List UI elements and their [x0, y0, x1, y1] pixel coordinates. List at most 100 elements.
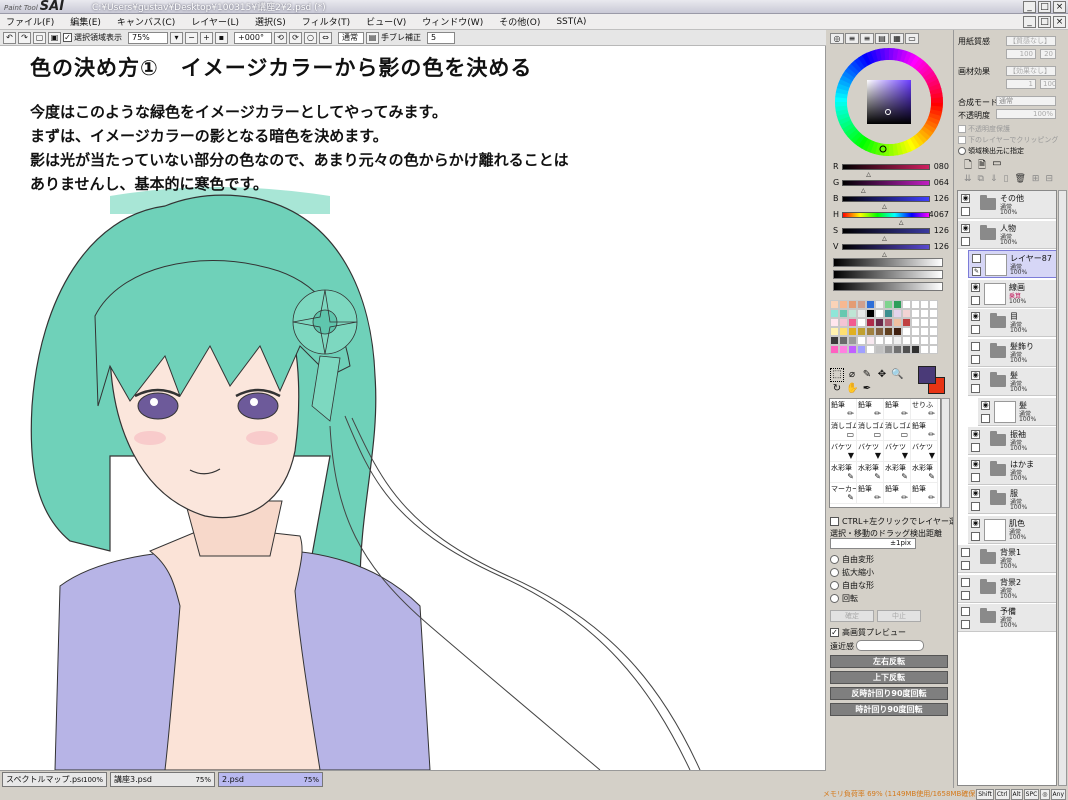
visibility-eye-icon[interactable]	[972, 254, 981, 263]
visibility-eye-icon[interactable]: ◉	[961, 194, 970, 203]
brush-slot[interactable]: 鉛筆 ✏	[857, 399, 884, 420]
swatch[interactable]	[866, 318, 875, 327]
swatch-tab-icon[interactable]: ▦	[890, 33, 904, 44]
rotate-cw-button[interactable]: 時計回り90度回転	[830, 703, 948, 716]
swatch[interactable]	[920, 345, 929, 354]
region-source-option[interactable]: 領域検出元に指定	[958, 146, 1024, 156]
swatch[interactable]	[911, 309, 920, 318]
swatch[interactable]	[911, 345, 920, 354]
flip-horizontal-button[interactable]: 左右反転	[830, 655, 948, 668]
hq-preview-checkbox[interactable]: ✓	[830, 628, 839, 637]
mode-field[interactable]: 通常	[338, 31, 364, 44]
foreground-color[interactable]	[918, 366, 936, 384]
visibility-eye-icon[interactable]: ◉	[971, 312, 980, 321]
perspective-slider[interactable]	[856, 640, 924, 651]
rgb-slider-tab-icon[interactable]: ≡	[845, 33, 859, 44]
layer-scrollbar[interactable]	[1058, 190, 1067, 786]
swatch[interactable]	[893, 336, 902, 345]
visibility-eye-icon[interactable]: ◉	[971, 518, 980, 528]
new-layer-icon[interactable]: 🗋	[964, 158, 972, 175]
slider-r[interactable]: R △ 080	[831, 162, 949, 178]
swatch[interactable]	[839, 345, 848, 354]
visibility-eye-icon[interactable]	[961, 548, 970, 557]
doc-close-button[interactable]: ×	[1053, 16, 1066, 28]
slider-bar[interactable]	[842, 244, 930, 250]
swatch[interactable]	[911, 318, 920, 327]
swatch[interactable]	[902, 345, 911, 354]
layer-folder[interactable]: ◉ 服通常 100%	[968, 486, 1056, 514]
visibility-eye-icon[interactable]: ◉	[971, 489, 980, 498]
brush-slot[interactable]: せりふ ✏	[911, 399, 938, 420]
swatch[interactable]	[857, 318, 866, 327]
radio-button[interactable]	[958, 147, 966, 155]
brush-slot[interactable]: 鉛筆 ✏	[911, 420, 938, 441]
swatch[interactable]	[911, 336, 920, 345]
swatch[interactable]	[830, 300, 839, 309]
merge-down-icon[interactable]: ⇊	[964, 174, 972, 184]
lock-checkbox[interactable]: ✎	[972, 267, 981, 276]
layer-folder[interactable]: 背景1 通常 100%	[958, 545, 1056, 573]
swatch[interactable]	[866, 300, 875, 309]
swatch[interactable]	[839, 309, 848, 318]
swatch[interactable]	[848, 327, 857, 336]
rotate-ccw-button[interactable]: 反時計回り90度回転	[830, 687, 948, 700]
visibility-eye-icon[interactable]	[961, 577, 970, 587]
doc-minimize-button[interactable]: _	[1023, 16, 1036, 28]
swatch[interactable]	[875, 336, 884, 345]
slider-thumb[interactable]: △	[882, 203, 887, 210]
stabilizer-field[interactable]: 5	[427, 31, 455, 44]
swatch[interactable]	[857, 309, 866, 318]
close-button[interactable]: ×	[1053, 1, 1066, 13]
swatch[interactable]	[929, 309, 938, 318]
brush-scrollbar[interactable]	[941, 398, 950, 508]
visibility-eye-icon[interactable]: ◉	[971, 430, 980, 439]
visibility-eye-icon[interactable]: ◉	[981, 400, 990, 410]
brush-slot[interactable]: 水彩筆 ✎	[857, 462, 884, 483]
swatch[interactable]	[848, 345, 857, 354]
zoom-in-icon[interactable]: +	[200, 31, 213, 44]
redo-icon[interactable]: ↷	[18, 31, 31, 44]
lock-checkbox[interactable]	[971, 295, 980, 305]
brush-slot[interactable]: バケツ ▼	[911, 441, 938, 462]
lock-checkbox[interactable]	[961, 236, 970, 246]
menu-view[interactable]: ビュー(V)	[366, 15, 406, 28]
swatch[interactable]	[866, 309, 875, 318]
new-linework-icon[interactable]: 🗎	[978, 158, 986, 175]
protect-opacity-option[interactable]: 不透明度保護	[958, 124, 1010, 134]
minimize-button[interactable]: _	[1023, 1, 1036, 13]
swatch[interactable]	[857, 345, 866, 354]
drag-distance-field[interactable]: ±1pix	[830, 538, 916, 549]
brush-slot[interactable]: 鉛筆 ✏	[830, 399, 857, 420]
color-wheel[interactable]	[833, 46, 945, 158]
paper-strength-field[interactable]: 20	[1040, 49, 1056, 59]
lock-checkbox[interactable]	[971, 443, 980, 452]
swatch[interactable]	[875, 327, 884, 336]
swatch[interactable]	[866, 345, 875, 354]
swatch[interactable]	[920, 309, 929, 318]
scratchpad-tab-icon[interactable]: ▭	[905, 33, 919, 44]
checkbox[interactable]	[958, 125, 966, 133]
swatch[interactable]	[830, 309, 839, 318]
swatch[interactable]	[830, 327, 839, 336]
mode-toggle-icon[interactable]: ▤	[366, 31, 379, 44]
menu-edit[interactable]: 編集(E)	[70, 15, 101, 28]
opacity-field[interactable]: 100%	[996, 109, 1056, 119]
swatch[interactable]	[848, 336, 857, 345]
rotate-right-icon[interactable]: ⟳	[289, 31, 302, 44]
menu-sst[interactable]: SST(A)	[556, 17, 586, 27]
rotate-reset-icon[interactable]: ○	[304, 31, 317, 44]
swatch[interactable]	[830, 345, 839, 354]
swatch[interactable]	[902, 336, 911, 345]
zoom-out-icon[interactable]: −	[185, 31, 198, 44]
swatch[interactable]	[920, 336, 929, 345]
lock-checkbox[interactable]	[961, 207, 970, 216]
visibility-eye-icon[interactable]: ◉	[971, 459, 980, 469]
swatch[interactable]	[830, 336, 839, 345]
radio-button[interactable]	[830, 594, 839, 603]
copy-layer-icon[interactable]: ⧉	[978, 174, 984, 184]
lock-checkbox[interactable]	[971, 325, 980, 334]
canvas[interactable]: 色の決め方① イメージカラーから影の色を決める 今度はこのような緑色をイメージカ…	[0, 46, 826, 770]
swatch[interactable]	[839, 318, 848, 327]
slider-g[interactable]: G △ 064	[831, 178, 949, 194]
brush-slot[interactable]: 水彩筆 ✎	[830, 462, 857, 483]
